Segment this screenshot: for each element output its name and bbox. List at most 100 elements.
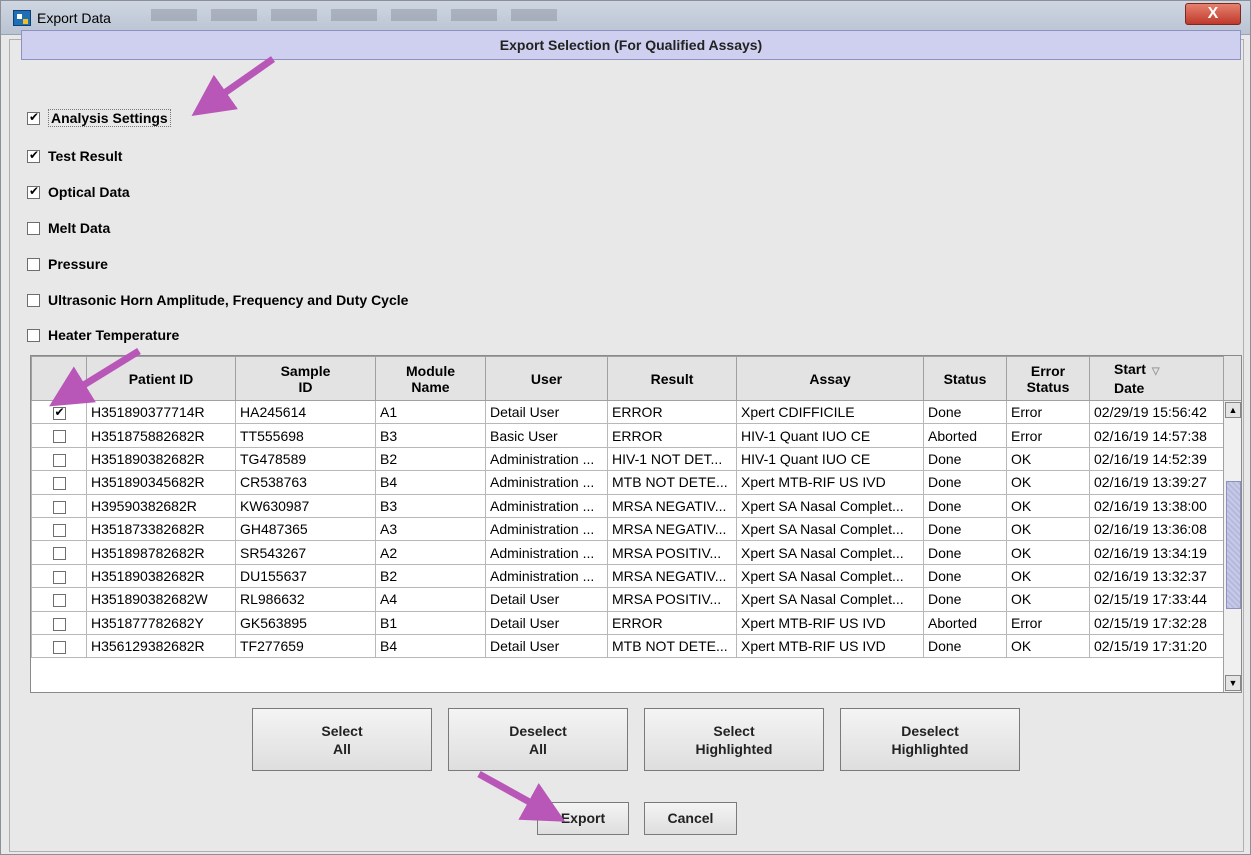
row-select-cell[interactable]	[31, 470, 87, 495]
deselect-all-button[interactable]: Deselect All	[448, 708, 628, 771]
scroll-up-arrow-icon[interactable]: ▲	[1225, 402, 1241, 418]
cell-error-status: OK	[1006, 446, 1090, 472]
cell-error-status: OK	[1006, 563, 1090, 589]
row-select-cell[interactable]	[31, 610, 87, 635]
row-select-cell[interactable]	[31, 516, 87, 542]
checkbox[interactable]	[27, 257, 40, 271]
cell-assay: Xpert MTB-RIF US IVD	[736, 633, 924, 659]
row-checkbox[interactable]	[52, 640, 66, 654]
column-header-error-status[interactable]: Error Status	[1006, 356, 1090, 401]
cell-result: ERROR	[607, 610, 737, 635]
cell-assay: Xpert MTB-RIF US IVD	[736, 610, 924, 635]
column-header-select[interactable]	[31, 356, 87, 401]
column-header-result[interactable]: Result	[607, 356, 737, 401]
checkbox[interactable]	[27, 293, 40, 307]
cancel-button[interactable]: Cancel	[644, 802, 737, 835]
row-checkbox[interactable]	[52, 570, 66, 584]
checkbox[interactable]	[27, 148, 40, 163]
table-row[interactable]: H351875882682R TT555698 B3 Basic User ERROR H…	[31, 423, 1224, 448]
option-ultrasonic-horn[interactable]: Ultrasonic Horn Amplitude, Frequency and…	[27, 290, 408, 310]
checkbox[interactable]	[27, 110, 40, 125]
row-select-cell[interactable]	[31, 423, 87, 448]
cell-sample-id: CR538763	[235, 470, 376, 495]
row-checkbox[interactable]	[52, 594, 66, 608]
column-header-assay[interactable]: Assay	[736, 356, 924, 401]
table-row[interactable]: H351898782682R SR543267 A2 Administration .…	[31, 540, 1224, 565]
cell-patient-id: H351890382682R	[86, 563, 236, 589]
select-highlighted-button[interactable]: Select Highlighted	[644, 708, 824, 771]
cell-assay: Xpert SA Nasal Complet...	[736, 540, 924, 565]
scrollbar-thumb[interactable]	[1226, 481, 1241, 609]
scroll-down-arrow-icon[interactable]: ▼	[1225, 675, 1241, 691]
column-header-start-date[interactable]: Start ▽ Date	[1089, 356, 1224, 401]
row-checkbox[interactable]	[52, 547, 66, 561]
sort-descending-icon[interactable]: ▽	[1152, 366, 1160, 377]
cell-module: A2	[375, 540, 486, 565]
column-header-sample-id[interactable]: Sample ID	[235, 356, 376, 401]
row-checkbox[interactable]	[52, 500, 66, 514]
deselect-highlighted-button[interactable]: Deselect Highlighted	[840, 708, 1020, 771]
option-optical-data[interactable]: Optical Data	[27, 182, 130, 202]
table-row[interactable]: H39590382682R KW630987 B3 Administration ..…	[31, 493, 1224, 518]
column-header-module-name[interactable]: Module Name	[375, 356, 486, 401]
cell-sample-id: TF277659	[235, 633, 376, 659]
table-row[interactable]: H351890345682R CR538763 B4 Administration .…	[31, 470, 1224, 495]
background-menu-ghost	[151, 9, 571, 21]
option-test-result[interactable]: Test Result	[27, 146, 122, 166]
row-select-cell[interactable]	[31, 587, 87, 612]
table-row[interactable]: H351890377714RHA245614A1Detail UserERROR…	[31, 399, 1224, 425]
table-row[interactable]: H351877782682Y GK563895 B1 Detail User ERROR…	[31, 610, 1224, 635]
cell-patient-id: H351873382682R	[86, 516, 236, 542]
cell-sample-id: KW630987	[235, 493, 376, 518]
vertical-scrollbar[interactable]: ▲ ▼	[1223, 401, 1241, 692]
cell-patient-id: H351890345682R	[86, 470, 236, 495]
option-label: Heater Temperature	[48, 327, 180, 343]
option-analysis-settings[interactable]: Analysis Settings	[27, 108, 171, 128]
option-pressure[interactable]: Pressure	[27, 254, 108, 274]
cell-assay: Xpert CDIFFICILE	[736, 399, 924, 425]
row-checkbox[interactable]	[52, 617, 66, 631]
table-row[interactable]: H351890382682R DU155637 B2 Administration .…	[31, 563, 1224, 589]
row-select-cell[interactable]	[31, 540, 87, 565]
row-checkbox[interactable]	[52, 523, 66, 537]
button-label: Select	[321, 722, 363, 739]
header-label: Date	[1114, 380, 1145, 396]
table-row[interactable]: H351873382682R GH487365 A3 Administration .…	[31, 516, 1224, 542]
select-all-button[interactable]: Select All	[252, 708, 432, 771]
option-melt-data[interactable]: Melt Data	[27, 218, 110, 238]
cell-user: Detail User	[485, 633, 608, 659]
row-checkbox[interactable]	[52, 453, 66, 467]
column-header-patient-id[interactable]: Patient ID	[86, 356, 236, 401]
row-select-cell[interactable]	[31, 633, 87, 659]
checkbox[interactable]	[27, 221, 40, 235]
row-select-cell[interactable]	[31, 446, 87, 472]
cell-user: Detail User	[485, 587, 608, 612]
checkbox[interactable]	[27, 328, 40, 342]
row-select-cell[interactable]	[31, 493, 87, 518]
header-label: Patient ID	[128, 370, 194, 387]
export-button[interactable]: Export	[537, 802, 629, 835]
table-row[interactable]: H351890382682W RL986632 A4 Detail User MRSA …	[31, 587, 1224, 612]
cell-error-status: Error	[1006, 399, 1090, 425]
header-label: Assay	[809, 370, 851, 387]
cell-status: Done	[923, 446, 1007, 472]
option-heater-temperature[interactable]: Heater Temperature	[27, 325, 179, 345]
close-button[interactable]: X	[1185, 3, 1241, 25]
cell-module: B1	[375, 610, 486, 635]
cell-user: Administration ...	[485, 563, 608, 589]
header-label: ID	[298, 378, 313, 395]
table-row[interactable]: H356129382682R TF277659 B4 Detail User MTB N…	[31, 633, 1224, 659]
cell-error-status: OK	[1006, 470, 1090, 495]
row-checkbox[interactable]	[52, 405, 66, 420]
checkbox[interactable]	[27, 184, 40, 199]
table-row[interactable]: H351890382682R TG478589 B2 Administration .…	[31, 446, 1224, 472]
cell-sample-id: DU155637	[235, 563, 376, 589]
row-checkbox[interactable]	[52, 430, 66, 444]
row-select-cell[interactable]	[31, 399, 87, 425]
cell-start-date: 02/16/19 14:52:39	[1089, 446, 1224, 472]
column-header-status[interactable]: Status	[923, 356, 1007, 401]
cell-sample-id: GH487365	[235, 516, 376, 542]
row-checkbox[interactable]	[52, 477, 66, 491]
row-select-cell[interactable]	[31, 563, 87, 589]
column-header-user[interactable]: User	[485, 356, 608, 401]
